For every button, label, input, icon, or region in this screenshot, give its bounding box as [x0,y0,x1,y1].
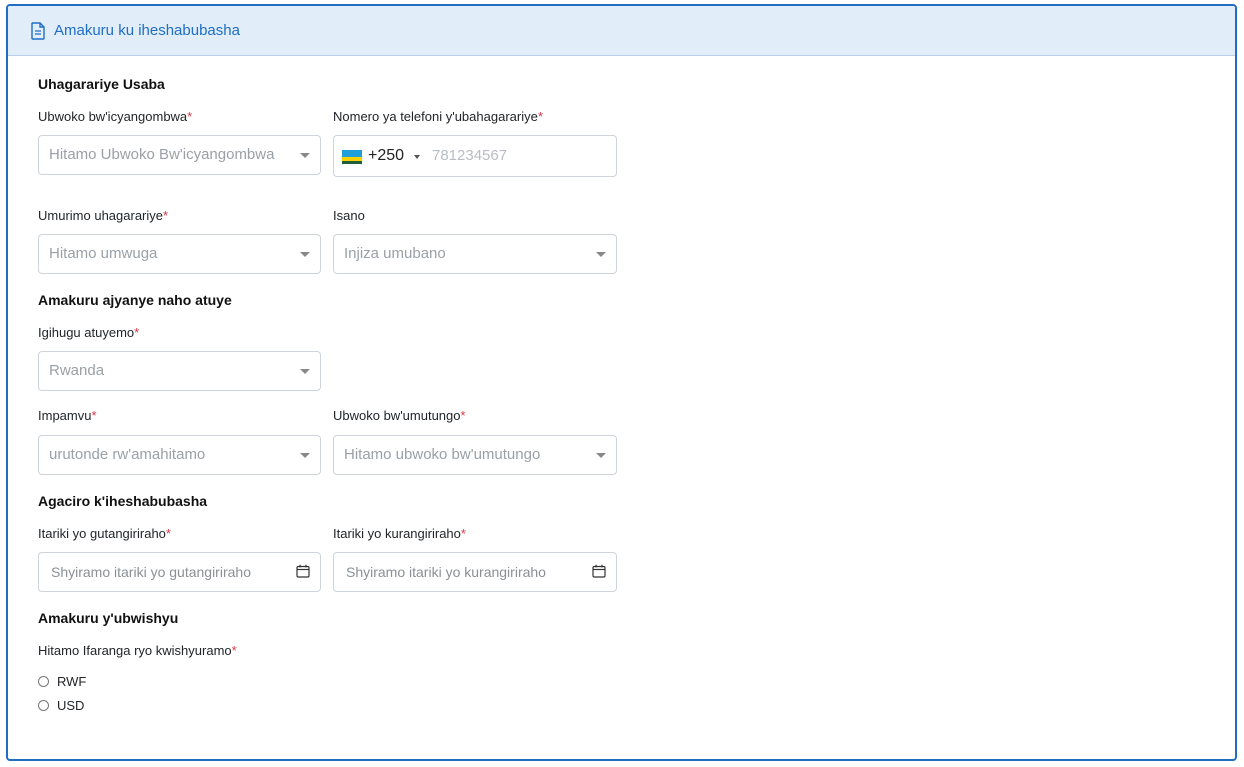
relation-label: Isano [333,208,365,223]
chevron-down-icon [300,369,310,374]
currency-option-label: RWF [57,674,87,689]
country-value: Rwanda [49,362,105,379]
rwanda-flag-icon [342,150,362,164]
country-select[interactable]: Rwanda [38,351,321,391]
relation-placeholder: Injiza umubano [344,245,446,262]
id-type-label: Ubwoko bw'icyangombwa* [38,109,193,124]
reason-placeholder: urutonde rw'amahitamo [49,446,206,463]
card-title: Amakuru ku iheshabubasha [54,22,240,39]
end-date-placeholder: Shyiramo itariki yo kurangiriraho [346,564,546,580]
document-icon [30,21,46,40]
id-type-placeholder: Hitamo Ubwoko Bw'icyangombwa [49,146,275,163]
relationship-type-placeholder: Hitamo ubwoko bw'umutungo [344,446,541,463]
currency-option-usd[interactable]: USD [38,698,84,713]
radio-button[interactable] [38,676,49,687]
chevron-down-icon [300,252,310,257]
caret-down-icon [414,155,420,159]
phone-placeholder: 781234567 [432,147,508,164]
section-title-location: Amakuru ajyanye naho atuye [38,292,232,308]
radio-button[interactable] [38,700,49,711]
start-date-input[interactable]: Shyiramo itariki yo gutangiriraho [38,552,321,592]
occupation-label: Umurimo uhagarariye* [38,208,169,223]
occupation-select[interactable]: Hitamo umwuga [38,234,321,274]
chevron-down-icon [300,153,310,158]
info-card: Amakuru ku iheshabubasha Uhagarariye Usa… [6,4,1237,761]
reason-select[interactable]: urutonde rw'amahitamo [38,435,321,475]
reason-label: Impamvu* [38,408,97,423]
calendar-icon[interactable] [592,564,606,578]
section-title-validity: Agaciro k'iheshabubasha [38,493,208,509]
occupation-placeholder: Hitamo umwuga [49,245,158,262]
chevron-down-icon [596,453,606,458]
relationship-type-label: Ubwoko bw'umutungo* [333,408,466,423]
phone-label: Nomero ya telefoni y'ubahagarariye* [333,109,543,124]
currency-option-label: USD [57,698,85,713]
card-header: Amakuru ku iheshabubasha [8,6,1235,56]
section-title-payment: Amakuru y'ubwishyu [38,610,179,626]
currency-label: Hitamo Ifaranga ryo kwishyuramo* [38,643,237,658]
calendar-icon[interactable] [296,564,310,578]
chevron-down-icon [596,252,606,257]
end-date-input[interactable]: Shyiramo itariki yo kurangiriraho [333,552,617,592]
country-label: Igihugu atuyemo* [38,325,140,340]
start-date-label: Itariki yo gutangiriraho* [38,526,171,541]
section-title-representative: Uhagarariye Usaba [38,76,165,92]
id-type-select[interactable]: Hitamo Ubwoko Bw'icyangombwa [38,135,321,175]
chevron-down-icon [300,453,310,458]
relation-select[interactable]: Injiza umubano [333,234,617,274]
phone-input[interactable]: +250 781234567 [333,135,617,177]
end-date-label: Itariki yo kurangiriraho* [333,526,466,541]
currency-option-rwf[interactable]: RWF [38,674,86,689]
start-date-placeholder: Shyiramo itariki yo gutangiriraho [51,564,251,580]
relationship-type-select[interactable]: Hitamo ubwoko bw'umutungo [333,435,617,475]
phone-country-code[interactable]: +250 [368,136,404,176]
